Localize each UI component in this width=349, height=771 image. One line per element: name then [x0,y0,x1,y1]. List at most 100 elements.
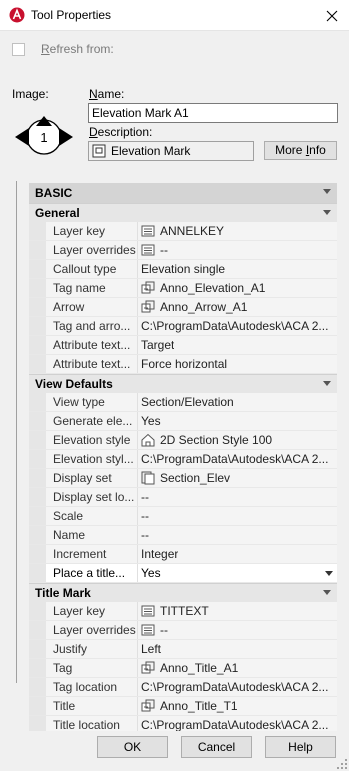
property-value[interactable]: C:\ProgramData\Autodesk\ACA 2... [138,450,337,468]
property-value-text: 2D Section Style 100 [160,433,273,447]
property-row[interactable]: Increment Integer [29,545,337,564]
row-gutter [29,317,46,335]
row-gutter [29,393,46,411]
property-name: Tag name [46,279,138,297]
property-row[interactable]: Justify Left [29,640,337,659]
property-row[interactable]: Place a title... Yes [29,564,337,583]
row-gutter [29,507,46,525]
property-row[interactable]: Tag location C:\ProgramData\Autodesk\ACA … [29,678,337,697]
block-icon [141,661,155,674]
property-row[interactable]: Name -- [29,526,337,545]
property-value-text: C:\ProgramData\Autodesk\ACA 2... [141,319,329,333]
property-value-text: Yes [141,566,161,580]
autocad-logo-icon [9,7,25,23]
property-row[interactable]: Attribute text... Target [29,336,337,355]
property-value-text: -- [141,509,149,523]
block-icon [141,300,155,313]
section-header[interactable]: Title Mark [29,583,337,602]
property-value[interactable]: C:\ProgramData\Autodesk\ACA 2... [138,317,337,335]
collapse-icon [323,210,331,215]
section-title: General [35,206,80,220]
property-value[interactable]: -- [138,526,337,544]
property-value[interactable]: Section/Elevation [138,393,337,411]
resize-grip-icon[interactable] [337,759,347,769]
property-row[interactable]: Tag name Anno_Elevation_A1 [29,279,337,298]
property-row[interactable]: Tag Anno_Title_A1 [29,659,337,678]
row-gutter [29,298,46,316]
property-name: Title [46,697,138,715]
section-header[interactable]: View Defaults [29,374,337,393]
more-info-button[interactable]: More Info [264,141,337,160]
property-value[interactable]: Left [138,640,337,658]
cancel-button[interactable]: Cancel [181,736,252,758]
ok-button[interactable]: OK [97,736,168,758]
property-value-text: Anno_Arrow_A1 [160,300,248,314]
property-value[interactable]: TITTEXT [138,602,337,620]
property-value[interactable]: -- [138,507,337,525]
property-value[interactable]: Yes [138,564,337,582]
property-value[interactable]: Integer [138,545,337,563]
property-value-text: -- [160,243,168,257]
property-row[interactable]: Layer key ANNELKEY [29,222,337,241]
property-value[interactable]: Force horizontal [138,355,337,373]
property-row[interactable]: Display set lo... -- [29,488,337,507]
property-row[interactable]: Scale -- [29,507,337,526]
property-row[interactable]: Title location C:\ProgramData\Autodesk\AC… [29,716,337,731]
property-name: Layer key [46,222,138,240]
property-row[interactable]: Display set Section_Elev [29,469,337,488]
property-row[interactable]: Elevation style 2D Section Style 100 [29,431,337,450]
property-value[interactable]: Section_Elev [138,469,337,487]
name-input[interactable]: Elevation Mark A1 [88,103,338,123]
close-button[interactable] [315,0,349,31]
property-name: Title location [46,716,138,731]
help-button[interactable]: Help [265,736,336,758]
property-row[interactable]: Layer key TITTEXT [29,602,337,621]
section-title: View Defaults [35,377,113,391]
image-label: Image: [12,87,49,101]
property-row[interactable]: Tag and arro... C:\ProgramData\Autodesk\A… [29,317,337,336]
dropdown-arrow-icon[interactable] [325,571,333,576]
row-gutter [29,602,46,620]
property-value[interactable]: Anno_Title_T1 [138,697,337,715]
property-value[interactable]: Yes [138,412,337,430]
description-field[interactable]: Elevation Mark [88,141,254,161]
property-name: Tag location [46,678,138,696]
property-value[interactable]: Anno_Elevation_A1 [138,279,337,297]
property-row[interactable]: Generate ele... Yes [29,412,337,431]
property-value-text: C:\ProgramData\Autodesk\ACA 2... [141,718,329,731]
property-name: Justify [46,640,138,658]
property-value-text: Anno_Title_T1 [160,699,238,713]
property-value[interactable]: Target [138,336,337,354]
property-row[interactable]: Layer overrides -- [29,241,337,260]
property-value[interactable]: Elevation single [138,260,337,278]
property-value[interactable]: -- [138,621,337,639]
property-value[interactable]: C:\ProgramData\Autodesk\ACA 2... [138,678,337,696]
refresh-checkbox[interactable] [12,42,25,56]
property-grid: BASIC General Layer key ANNELKEY Layer over… [29,183,337,731]
property-row[interactable]: Title Anno_Title_T1 [29,697,337,716]
property-row[interactable]: View type Section/Elevation [29,393,337,412]
section-header[interactable]: General [29,203,337,222]
property-row[interactable]: Layer overrides -- [29,621,337,640]
property-row[interactable]: Attribute text... Force horizontal [29,355,337,374]
row-gutter [29,526,46,544]
close-icon [326,10,338,21]
property-value[interactable]: 2D Section Style 100 [138,431,337,449]
row-gutter [29,678,46,696]
row-gutter [29,355,46,373]
collapse-icon [323,590,331,595]
basic-header[interactable]: BASIC [29,183,337,203]
property-value[interactable]: -- [138,488,337,506]
property-value[interactable]: C:\ProgramData\Autodesk\ACA 2... [138,716,337,731]
property-value[interactable]: Anno_Arrow_A1 [138,298,337,316]
property-row[interactable]: Callout type Elevation single [29,260,337,279]
property-value[interactable]: Anno_Title_A1 [138,659,337,677]
property-value[interactable]: ANNELKEY [138,222,337,240]
refresh-label: Refresh from: [41,42,114,56]
property-value-text: TITTEXT [160,604,209,618]
property-row[interactable]: Elevation styl... C:\ProgramData\Autodesk… [29,450,337,469]
row-gutter [29,222,46,240]
property-value[interactable]: -- [138,241,337,259]
property-name: Place a title... [46,564,138,582]
property-row[interactable]: Arrow Anno_Arrow_A1 [29,298,337,317]
